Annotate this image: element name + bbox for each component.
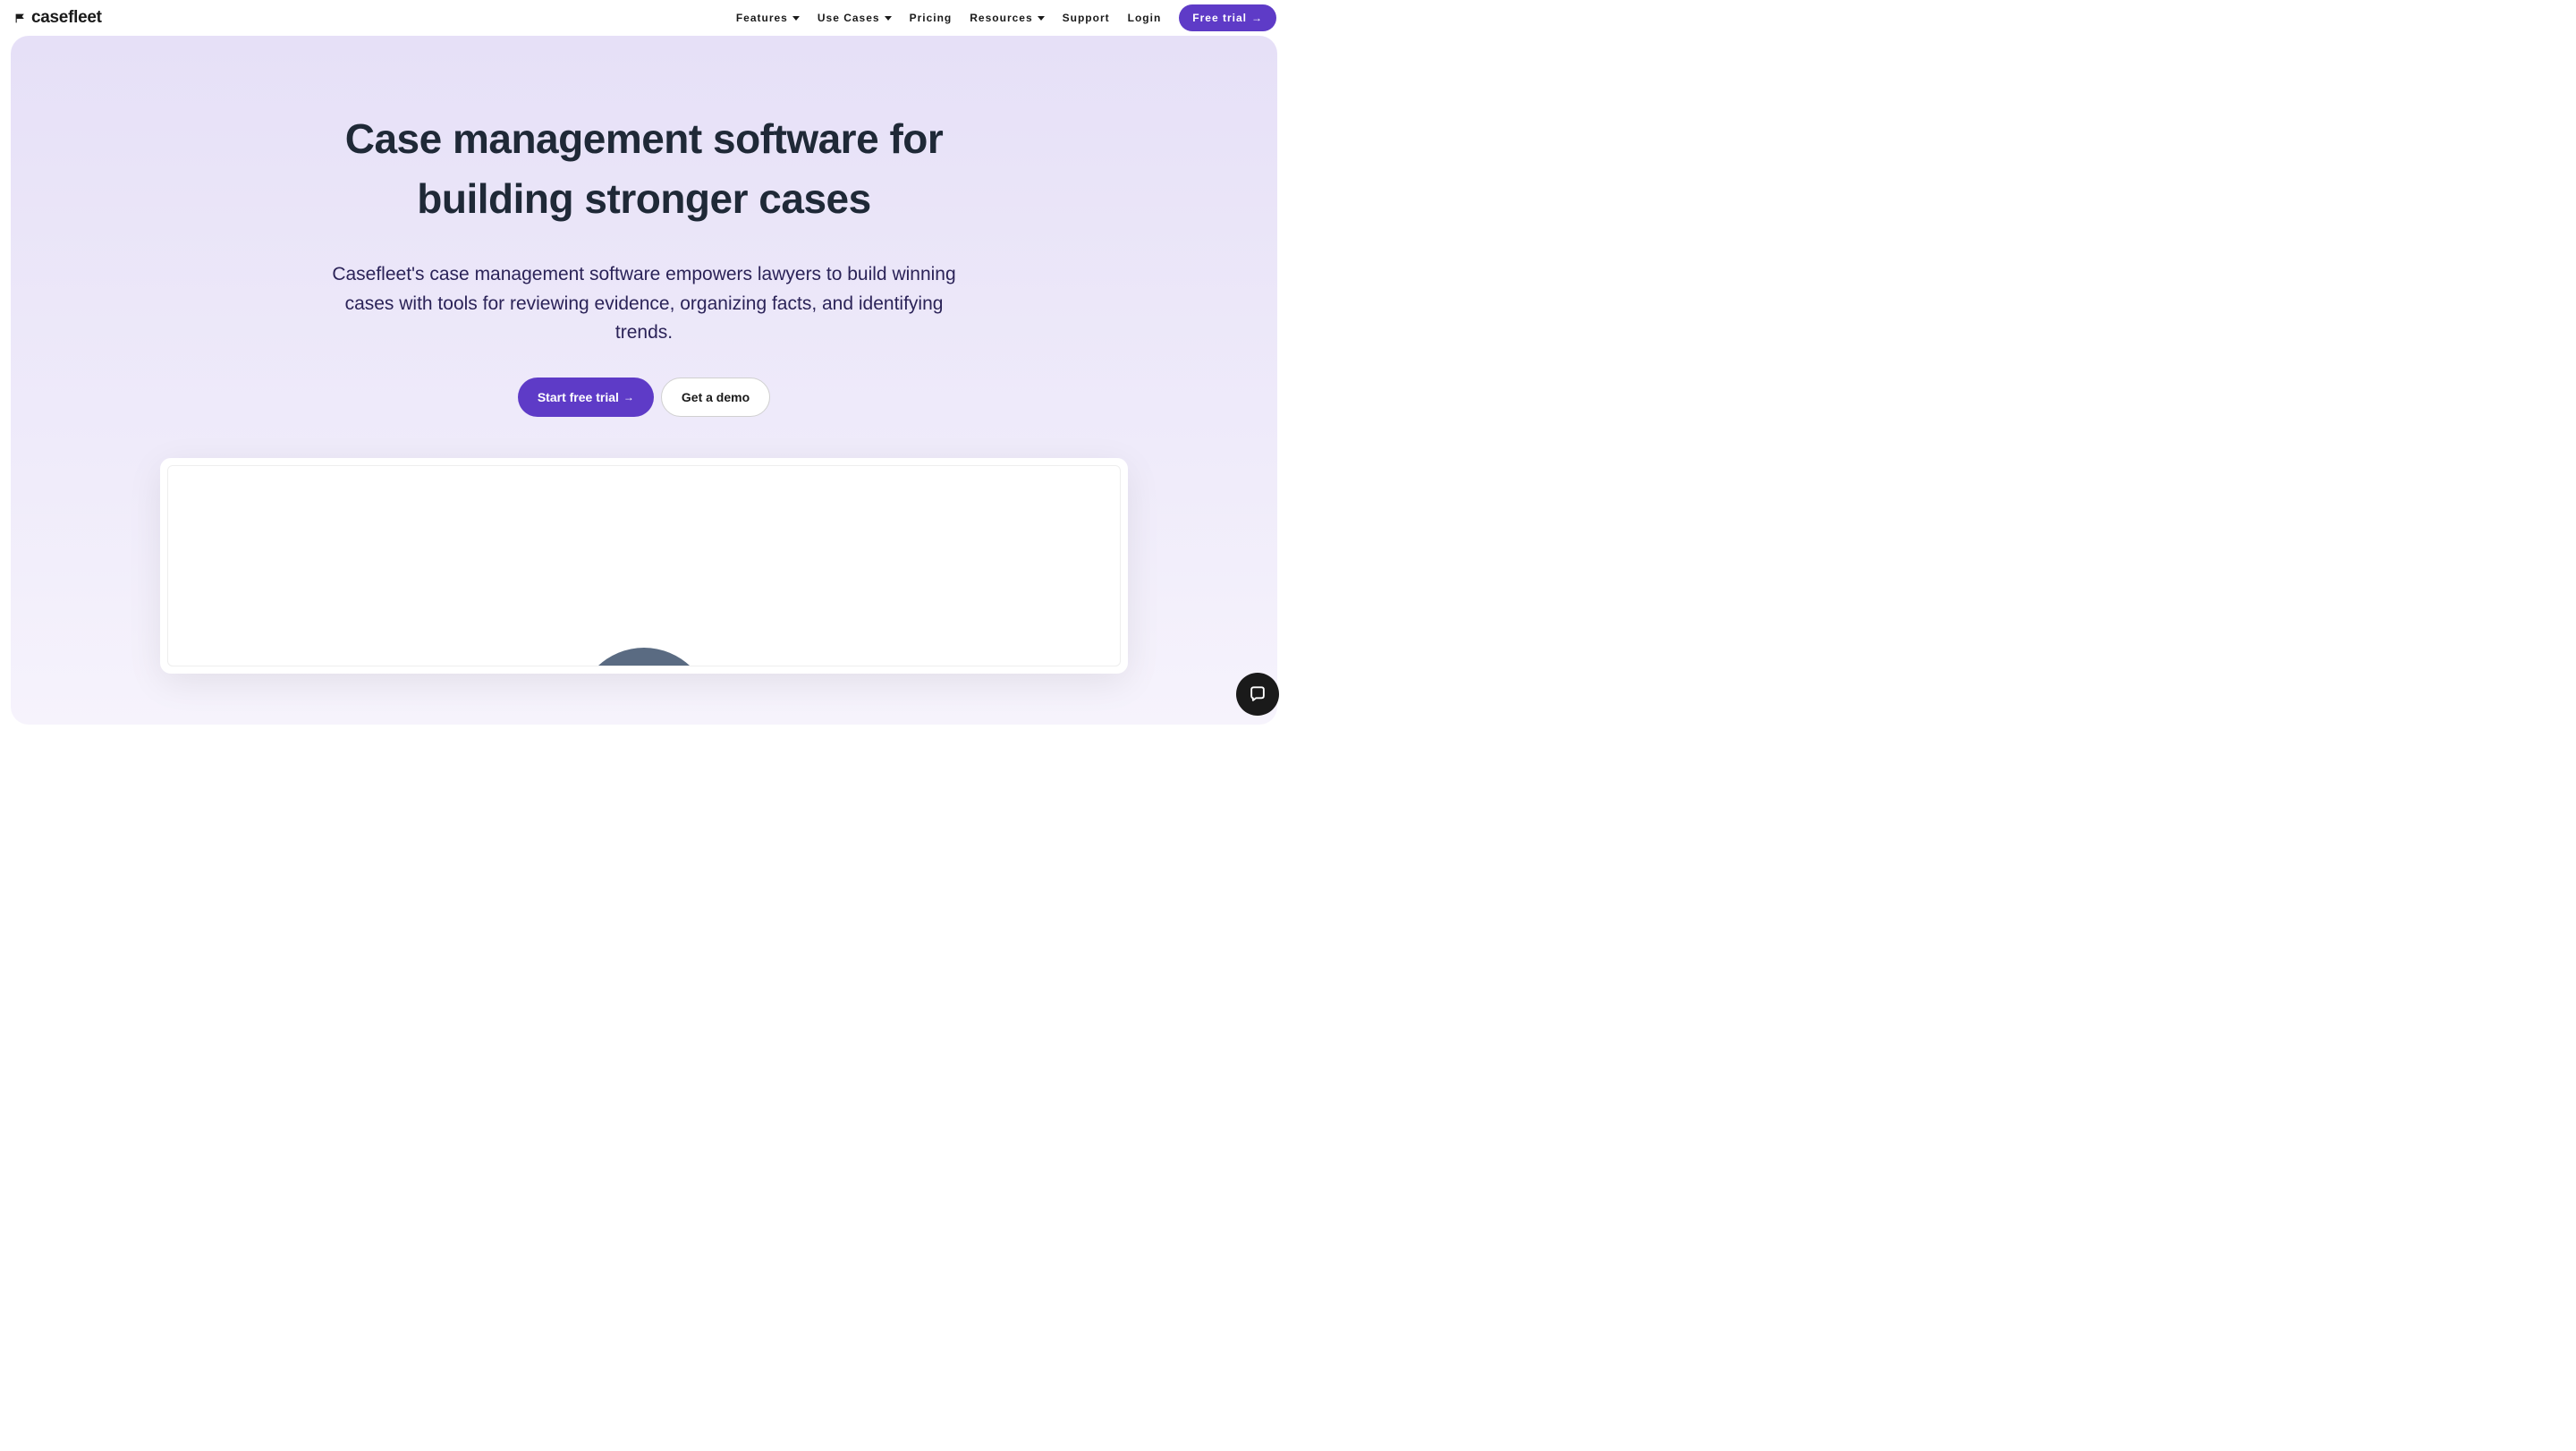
arrow-right-icon: →	[623, 391, 634, 403]
nav-label: Features	[736, 12, 788, 24]
nav-use-cases[interactable]: Use Cases	[818, 12, 892, 24]
arrow-right-icon: →	[1251, 12, 1263, 24]
hero-section: Case management software for building st…	[11, 36, 1277, 725]
nav-label: Support	[1063, 12, 1110, 24]
flag-icon	[14, 13, 26, 24]
chat-icon	[1247, 683, 1268, 705]
brand-name: casefleet	[31, 8, 102, 28]
nav-resources[interactable]: Resources	[970, 12, 1044, 24]
nav-support[interactable]: Support	[1063, 12, 1110, 24]
hero-subtitle: Casefleet's case management software emp…	[331, 260, 957, 348]
free-trial-button[interactable]: Free trial →	[1179, 4, 1276, 31]
caret-down-icon	[885, 16, 892, 21]
start-free-trial-button[interactable]: Start free trial →	[518, 378, 654, 417]
hero-cta-group: Start free trial → Get a demo	[11, 378, 1277, 417]
button-label: Free trial	[1192, 12, 1247, 24]
nav-label: Login	[1128, 12, 1162, 24]
nav-login[interactable]: Login	[1128, 12, 1162, 24]
caret-down-icon	[792, 16, 800, 21]
button-label: Start free trial	[538, 390, 619, 404]
hero-media-frame	[160, 458, 1128, 674]
brand-logo[interactable]: casefleet	[14, 8, 102, 28]
main-nav: Features Use Cases Pricing Resources Sup…	[736, 4, 1276, 31]
caret-down-icon	[1038, 16, 1045, 21]
nav-label: Pricing	[910, 12, 953, 24]
nav-label: Resources	[970, 12, 1032, 24]
get-a-demo-button[interactable]: Get a demo	[661, 378, 770, 417]
nav-features[interactable]: Features	[736, 12, 800, 24]
nav-pricing[interactable]: Pricing	[910, 12, 953, 24]
hero-media-placeholder	[167, 465, 1121, 666]
chat-widget-button[interactable]	[1236, 673, 1279, 716]
nav-label: Use Cases	[818, 12, 880, 24]
decorative-circle	[577, 648, 711, 666]
site-header: casefleet Features Use Cases Pricing Res…	[0, 0, 1288, 36]
hero-title: Case management software for building st…	[286, 109, 1002, 228]
